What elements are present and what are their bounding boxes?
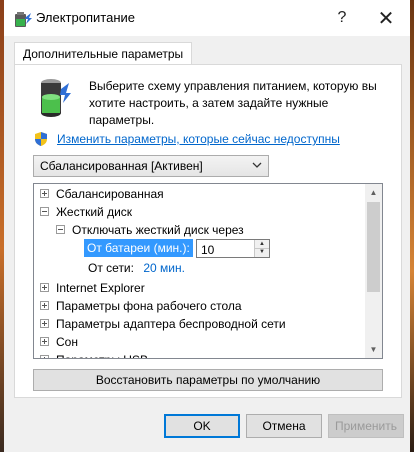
intro-text: Выберите схему управления питанием, кото… [89,79,377,127]
title-bar: Электропитание ? ✕ [4,0,410,36]
restore-defaults-button[interactable]: Восстановить параметры по умолчанию [33,369,383,391]
scroll-up-icon[interactable]: ▲ [365,184,382,201]
tab-advanced-settings[interactable]: Дополнительные параметры [14,42,193,65]
tree-item-label: Сбалансированная [56,187,164,201]
power-plan-select-value: Сбалансированная [Активен] [40,159,203,173]
change-unavailable-settings-link[interactable]: Изменить параметры, которые сейчас недос… [57,132,340,146]
ok-button[interactable]: OK [164,414,240,438]
tree-item-label: Параметры адаптера беспроводной сети [56,317,286,331]
advanced-settings-panel: Выберите схему управления питанием, кото… [14,64,402,398]
collapse-minus-icon[interactable] [40,207,49,216]
power-battery-icon [15,12,32,27]
tree-item-label: Сон [56,335,78,349]
power-plan-select[interactable]: Сбалансированная [Активен] [33,155,269,177]
close-button[interactable]: ✕ [364,0,408,36]
on-battery-minutes-spinbox[interactable]: 10 ▲ ▼ [196,239,270,258]
expand-plus-icon[interactable] [40,337,49,346]
battery-plug-icon [41,79,71,117]
tree-vertical-scrollbar[interactable]: ▲ ▼ [365,184,382,358]
plugged-in-value[interactable]: 20 мин. [143,261,185,275]
expand-plus-icon[interactable] [40,283,49,292]
apply-button[interactable]: Применить [328,414,404,438]
tree-item-label: Параметры USB [56,351,148,358]
spin-buttons: ▲ ▼ [254,240,269,257]
uac-shield-icon [35,132,47,146]
expand-plus-icon[interactable] [40,301,49,310]
settings-tree[interactable]: Сбалансированная Жесткий диск Отключать … [33,183,383,359]
desktop-right-edge [410,0,414,452]
tree-item-label: Internet Explorer [56,281,145,295]
chevron-down-icon [252,162,262,168]
window-title: Электропитание [36,10,135,25]
spin-down-icon[interactable]: ▼ [255,248,269,256]
plugged-in-label: От сети: [88,261,134,275]
tree-item-label: Параметры фона рабочего стола [56,299,242,313]
cancel-button[interactable]: Отмена [246,414,322,438]
expand-plus-icon[interactable] [40,189,49,198]
on-battery-label: От батареи (мин.): [84,239,193,257]
expand-plus-icon[interactable] [40,319,49,328]
tree-item-label: Жесткий диск [56,205,133,219]
help-button[interactable]: ? [320,0,364,36]
tree-item-label: Отключать жесткий диск через [72,223,244,237]
tree-item-plugged-in[interactable]: От сети: 20 мин. [88,259,185,277]
on-battery-minutes-value: 10 [201,243,215,257]
scroll-down-icon[interactable]: ▼ [365,341,382,358]
power-options-dialog: Электропитание ? ✕ Дополнительные параме… [4,0,410,452]
scroll-thumb[interactable] [367,202,380,292]
expand-plus-icon[interactable] [40,355,49,358]
collapse-minus-icon[interactable] [56,225,65,234]
tree-item-on-battery[interactable]: От батареи (мин.): 10 ▲ ▼ [84,239,324,258]
